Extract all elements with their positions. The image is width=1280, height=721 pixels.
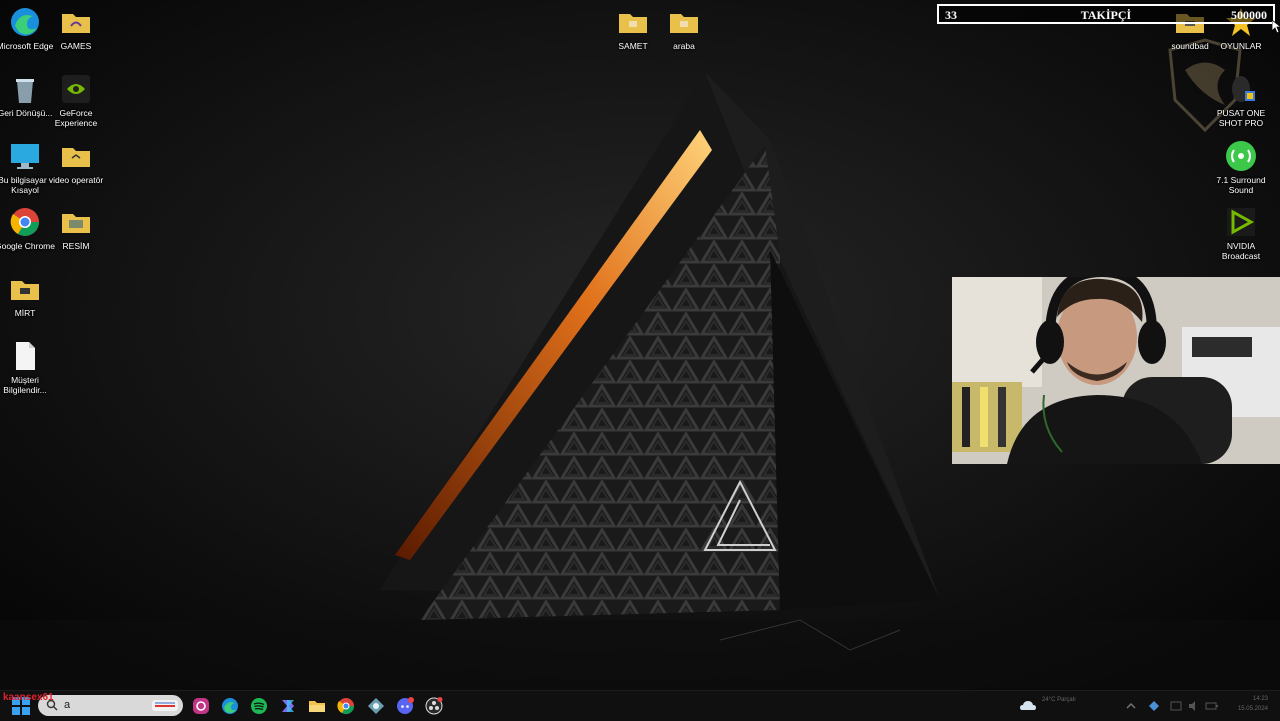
tray-weather-text: 24°C Parçalı — [1042, 697, 1076, 703]
desktop-icon-label: GeForce Experience — [54, 108, 98, 128]
webcam-feed — [952, 277, 1280, 464]
search-highlight-icon — [152, 700, 178, 711]
weather-cloud-icon[interactable] — [1018, 696, 1038, 716]
desktop-icon-pusat-one-shot-pro[interactable]: PUSAT ONE SHOT PRO — [1208, 73, 1274, 128]
recycle-bin-icon — [16, 79, 34, 103]
desktop-icon-geforce-experience[interactable]: GeForce Experience — [43, 73, 109, 128]
follower-label: TAKİPÇİ — [1080, 8, 1132, 22]
surround-sound-icon — [1226, 141, 1256, 171]
chrome-icon — [10, 208, 39, 236]
desktop-icon-label: 7.1 Surround Sound — [1216, 175, 1266, 195]
desktop-icon-musteri-bilgilendirme[interactable]: Müşteri Bilgilendir... — [0, 340, 58, 395]
desktop-icon-araba[interactable]: araba — [651, 6, 717, 51]
tray-battery-icon[interactable] — [1204, 696, 1220, 716]
webcam-overlay — [952, 277, 1280, 464]
chrome-taskbar-icon[interactable] — [336, 696, 356, 716]
desktop-icon-label: PUSAT ONE SHOT PRO — [1216, 108, 1266, 128]
desktop-icon-label: GAMES — [60, 41, 92, 51]
tray-overflow-chevron-icon[interactable] — [1124, 696, 1138, 716]
desktop-icon-games[interactable]: GAMES — [43, 6, 109, 51]
desktop-icon-label: video operatör — [48, 175, 104, 185]
desktop-icon-label: Müşteri Bilgilendir... — [3, 375, 47, 395]
tray-app-icon[interactable] — [1146, 696, 1162, 716]
tray-volume-icon[interactable] — [1186, 696, 1202, 716]
desktop-icon-surround-sound[interactable]: 7.1 Surround Sound — [1208, 140, 1274, 195]
desktop-icon-label: MİRT — [14, 308, 36, 318]
edge-icon — [11, 8, 39, 36]
taskbar: a 24°C Parçalı 14:23 15.05.2024 — [0, 690, 1280, 721]
follower-goal-count: 500000 — [1231, 8, 1267, 22]
document-icon — [16, 342, 35, 370]
obs-icon[interactable] — [424, 696, 444, 716]
search-text: a — [64, 699, 71, 711]
desktop-icon-mirt[interactable]: MİRT — [0, 273, 58, 318]
mouse-app-icon — [1232, 76, 1255, 102]
desktop-icon-nvidia-broadcast[interactable]: NVIDIA Broadcast — [1208, 206, 1274, 261]
spotify-icon[interactable] — [249, 696, 269, 716]
desktop-icon-label: NVIDIA Broadcast — [1221, 241, 1261, 261]
folder-icon — [619, 14, 647, 33]
this-pc-icon — [11, 144, 39, 169]
desktop-icon-label: OYUNLAR — [1220, 41, 1262, 51]
copilot-icon[interactable] — [278, 696, 298, 716]
file-explorer-icon[interactable] — [307, 696, 327, 716]
follower-goal-overlay: 33 TAKİPÇİ 500000 — [937, 4, 1275, 24]
folder-icon — [11, 281, 39, 300]
discord-icon[interactable] — [395, 696, 415, 716]
folder-icon — [62, 14, 90, 33]
folder-icon — [62, 148, 90, 167]
streamer-tag-overlay: kaansex61 — [3, 692, 54, 703]
geforce-icon — [62, 75, 90, 103]
nvidia-broadcast-icon — [1227, 208, 1255, 236]
folder-icon — [670, 14, 698, 33]
desktop-icon-label: araba — [673, 41, 695, 51]
app-diamond-icon[interactable] — [366, 696, 386, 716]
taskbar-search-box[interactable]: a — [38, 695, 183, 716]
tray-network-icon[interactable] — [1168, 696, 1184, 716]
desktop-icon-resim[interactable]: RESİM — [43, 206, 109, 251]
desktop-icon-label: RESİM — [62, 241, 90, 251]
instagram-app-icon[interactable] — [191, 696, 211, 716]
tray-clock-time[interactable]: 14:23 — [1230, 696, 1268, 702]
tray-clock-date[interactable]: 15.05.2024 — [1230, 706, 1268, 712]
folder-icon — [62, 214, 90, 233]
desktop-icon-video-operator[interactable]: video operatör — [43, 140, 109, 185]
edge-taskbar-icon[interactable] — [220, 696, 240, 716]
mouse-cursor-icon — [1272, 20, 1280, 34]
